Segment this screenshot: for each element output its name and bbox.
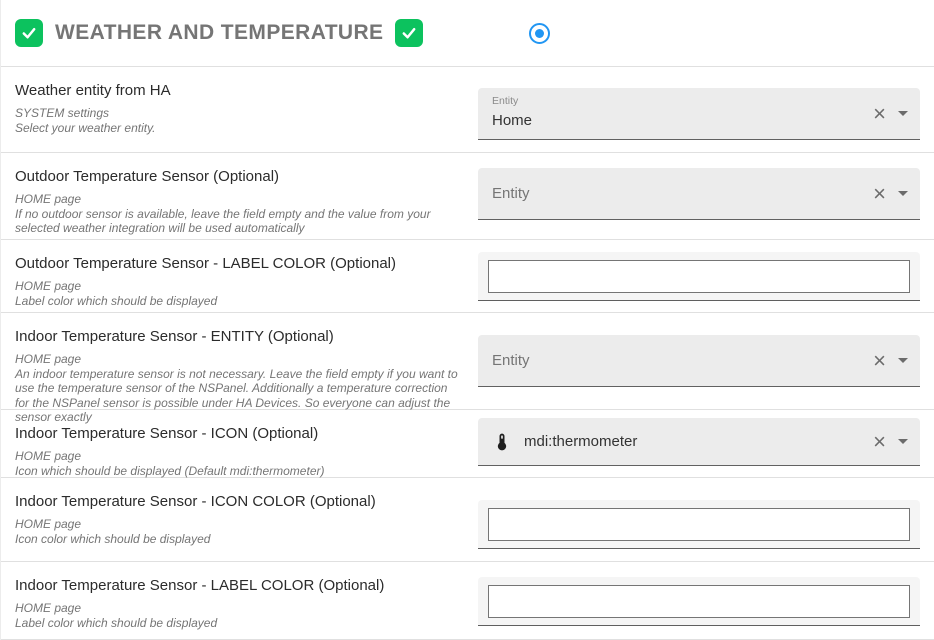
section-header: WEATHER AND TEMPERATURE	[1, 0, 934, 67]
chevron-down-icon[interactable]	[898, 439, 908, 444]
setting-subtitle: HOME page	[15, 517, 463, 532]
check-icon	[400, 24, 418, 42]
setting-description: Icon which should be displayed (Default …	[15, 464, 463, 479]
setting-labels: Outdoor Temperature Sensor (Optional) HO…	[1, 153, 463, 239]
outdoor-label-color-fieldwrap	[478, 252, 920, 301]
outdoor-label-color-input[interactable]	[488, 260, 910, 293]
setting-description: Label color which should be displayed	[15, 294, 463, 309]
setting-title: Indoor Temperature Sensor - LABEL COLOR …	[15, 577, 463, 594]
select-label: Entity	[492, 95, 518, 107]
section-checkbox-right[interactable]	[395, 19, 423, 47]
setting-title: Indoor Temperature Sensor - ICON COLOR (…	[15, 493, 463, 510]
setting-row-indoor-icon-color: Indoor Temperature Sensor - ICON COLOR (…	[1, 478, 934, 562]
setting-labels: Outdoor Temperature Sensor - LABEL COLOR…	[1, 240, 463, 312]
setting-subtitle: HOME page	[15, 352, 463, 367]
clear-icon[interactable]: ×	[873, 350, 886, 372]
indoor-label-color-input[interactable]	[488, 585, 910, 618]
setting-title: Indoor Temperature Sensor - ENTITY (Opti…	[15, 328, 463, 345]
setting-labels: Indoor Temperature Sensor - LABEL COLOR …	[1, 562, 463, 639]
setting-subtitle: HOME page	[15, 449, 463, 464]
setting-subtitle: HOME page	[15, 601, 463, 616]
setting-description: Label color which should be displayed	[15, 616, 463, 631]
setting-row-indoor-label-color: Indoor Temperature Sensor - LABEL COLOR …	[1, 562, 934, 640]
check-icon	[20, 24, 38, 42]
setting-row-indoor-temp-entity: Indoor Temperature Sensor - ENTITY (Opti…	[1, 313, 934, 410]
setting-subtitle: HOME page	[15, 279, 463, 294]
section-checkbox-left[interactable]	[15, 19, 43, 47]
indoor-icon-color-fieldwrap	[478, 500, 920, 549]
chevron-down-icon[interactable]	[898, 111, 908, 116]
setting-description: If no outdoor sensor is available, leave…	[15, 207, 463, 236]
select-value: mdi:thermometer	[524, 433, 637, 450]
setting-row-indoor-icon: Indoor Temperature Sensor - ICON (Option…	[1, 410, 934, 478]
setting-title: Weather entity from HA	[15, 82, 463, 99]
select-value: Home	[492, 112, 532, 129]
setting-labels: Indoor Temperature Sensor - ENTITY (Opti…	[1, 313, 463, 409]
chevron-down-icon[interactable]	[898, 358, 908, 363]
indoor-icon-color-input[interactable]	[488, 508, 910, 541]
setting-row-outdoor-label-color: Outdoor Temperature Sensor - LABEL COLOR…	[1, 240, 934, 313]
setting-subtitle: SYSTEM settings	[15, 106, 463, 121]
indoor-icon-select[interactable]: mdi:thermometer ×	[478, 418, 920, 466]
clear-icon[interactable]: ×	[873, 183, 886, 205]
thermometer-icon	[492, 432, 512, 452]
setting-subtitle: HOME page	[15, 192, 463, 207]
setting-labels: Indoor Temperature Sensor - ICON COLOR (…	[1, 478, 463, 561]
clear-icon[interactable]: ×	[873, 103, 886, 125]
chevron-down-icon[interactable]	[898, 191, 908, 196]
section-radio-selected[interactable]	[529, 23, 550, 44]
setting-labels: Indoor Temperature Sensor - ICON (Option…	[1, 410, 463, 477]
setting-row-weather-entity: Weather entity from HA SYSTEM settings S…	[1, 67, 934, 153]
setting-description: Icon color which should be displayed	[15, 532, 463, 547]
radio-dot-icon	[535, 29, 544, 38]
setting-row-outdoor-temp-entity: Outdoor Temperature Sensor (Optional) HO…	[1, 153, 934, 240]
setting-title: Outdoor Temperature Sensor (Optional)	[15, 168, 463, 185]
indoor-label-color-fieldwrap	[478, 577, 920, 626]
setting-title: Outdoor Temperature Sensor - LABEL COLOR…	[15, 255, 463, 272]
select-placeholder: Entity	[492, 185, 530, 202]
setting-labels: Weather entity from HA SYSTEM settings S…	[1, 67, 463, 152]
page-title: WEATHER AND TEMPERATURE	[55, 21, 383, 45]
setting-title: Indoor Temperature Sensor - ICON (Option…	[15, 425, 463, 442]
indoor-temp-entity-select[interactable]: Entity ×	[478, 335, 920, 387]
setting-description: Select your weather entity.	[15, 121, 463, 136]
outdoor-temp-entity-select[interactable]: Entity ×	[478, 168, 920, 220]
select-placeholder: Entity	[492, 352, 530, 369]
weather-entity-select[interactable]: Entity Home ×	[478, 88, 920, 140]
clear-icon[interactable]: ×	[873, 431, 886, 453]
